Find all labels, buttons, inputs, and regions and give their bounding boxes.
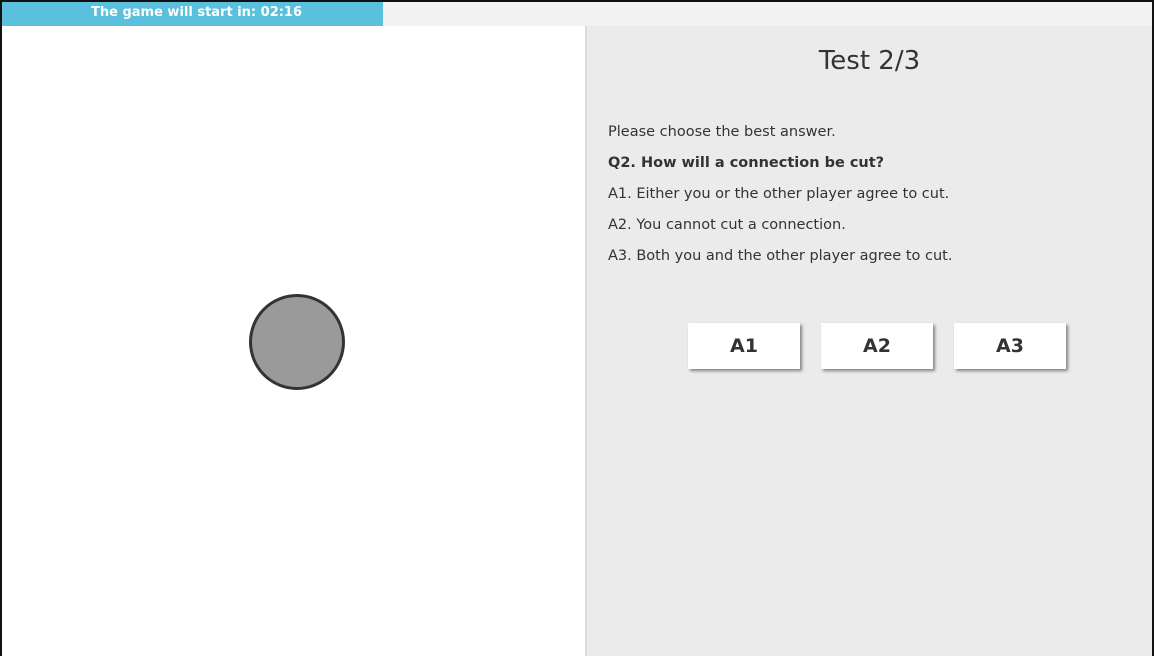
option-a2-text: A2. You cannot cut a connection. bbox=[608, 217, 846, 233]
test-panel: Test 2/3 Please choose the best answer. … bbox=[587, 26, 1152, 656]
answer-buttons: A1 A2 A3 bbox=[688, 323, 1068, 369]
question-text: Q2. How will a connection be cut? bbox=[608, 155, 885, 171]
answer-a1-button[interactable]: A1 bbox=[688, 323, 800, 369]
app-frame: The game will start in: 02:16 Test 2/3 P… bbox=[0, 0, 1154, 656]
player-node[interactable] bbox=[249, 294, 345, 390]
option-a3-text: A3. Both you and the other player agree … bbox=[608, 248, 953, 264]
answer-a3-button[interactable]: A3 bbox=[954, 323, 1066, 369]
option-a1-text: A1. Either you or the other player agree… bbox=[608, 186, 950, 202]
timer-strip: The game will start in: 02:16 bbox=[2, 2, 1152, 26]
question-block: Please choose the best answer. Q2. How w… bbox=[608, 121, 1138, 276]
instruction-text: Please choose the best answer. bbox=[608, 124, 836, 140]
test-title: Test 2/3 bbox=[818, 46, 921, 76]
countdown-timer-text: The game will start in: 02:16 bbox=[91, 5, 303, 20]
game-canvas bbox=[2, 26, 587, 656]
answer-a2-button[interactable]: A2 bbox=[821, 323, 933, 369]
countdown-timer-bar: The game will start in: 02:16 bbox=[2, 2, 383, 26]
